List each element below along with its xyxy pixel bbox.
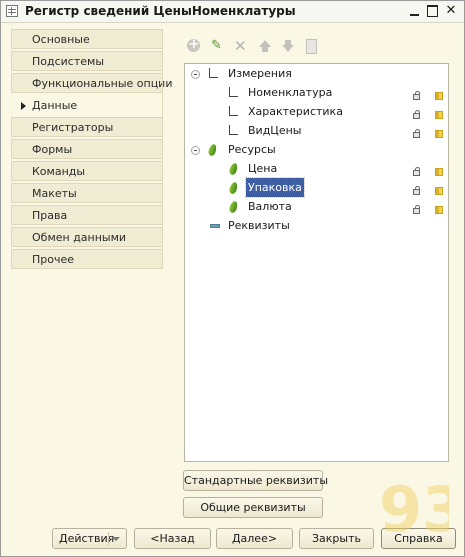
dimension-icon bbox=[226, 106, 238, 118]
collapse-resources-icon[interactable] bbox=[191, 146, 200, 155]
tree-item-price[interactable]: Цена bbox=[248, 159, 277, 178]
lock-icon bbox=[413, 129, 420, 138]
tree-group-dimensions[interactable]: Измерения bbox=[228, 64, 292, 83]
nav-item-data[interactable]: Данные bbox=[11, 95, 163, 115]
minimize-button[interactable] bbox=[406, 3, 424, 19]
next-button[interactable]: Далее> bbox=[216, 528, 293, 549]
tree-item-characteristic[interactable]: Характеристика bbox=[248, 102, 343, 121]
nav-item-label: Функциональные опции bbox=[32, 77, 173, 90]
nav-item-label: Обмен данными bbox=[32, 231, 127, 244]
tree-item-price-type[interactable]: ВидЦены bbox=[248, 121, 302, 140]
standard-attributes-button[interactable]: Стандартные реквизиты bbox=[183, 470, 328, 491]
nav-divider bbox=[162, 29, 163, 269]
watermark-text: 93 bbox=[379, 473, 449, 546]
nav-item-label: Регистраторы bbox=[32, 121, 114, 134]
lock-icon bbox=[413, 91, 420, 100]
nav-item-label: Прочее bbox=[32, 253, 75, 266]
sort-icon[interactable] bbox=[303, 38, 319, 54]
cube-icon bbox=[435, 187, 443, 195]
cube-icon bbox=[435, 111, 443, 119]
close-button[interactable]: Закрыть bbox=[299, 528, 374, 549]
tree-group-resources[interactable]: Ресурсы bbox=[228, 140, 276, 159]
tree-item-packaging[interactable]: Упаковка bbox=[245, 177, 305, 198]
nav-item-rights[interactable]: Права bbox=[11, 205, 162, 225]
cube-icon bbox=[435, 206, 443, 214]
requisite-icon bbox=[210, 224, 220, 228]
active-arrow-icon bbox=[21, 102, 26, 110]
watermark-logo: 93 bbox=[379, 473, 449, 546]
resource-icon bbox=[228, 181, 239, 195]
actions-label: Действия bbox=[59, 532, 115, 545]
metadata-tree[interactable]: Измерения Номенклатура Характеристика Ви… bbox=[184, 63, 449, 462]
nav-item-label: Макеты bbox=[32, 187, 77, 200]
register-icon bbox=[6, 5, 18, 17]
nav-item-other[interactable]: Прочее bbox=[11, 249, 162, 269]
cube-icon bbox=[435, 130, 443, 138]
nav-item-data-exchange[interactable]: Обмен данными bbox=[11, 227, 162, 247]
dimension-icon bbox=[206, 68, 218, 80]
resource-icon bbox=[228, 162, 239, 176]
move-up-icon[interactable] bbox=[257, 38, 273, 54]
nav-item-label: Подсистемы bbox=[32, 55, 105, 68]
window-title: Регистр сведений ЦеныНоменклатуры bbox=[25, 4, 296, 18]
lock-icon bbox=[413, 167, 420, 176]
nav-item-label: Формы bbox=[32, 143, 73, 156]
delete-icon[interactable]: ✕ bbox=[234, 38, 250, 54]
tree-group-requisites[interactable]: Реквизиты bbox=[228, 216, 290, 235]
resource-icon bbox=[207, 143, 218, 157]
nav-item-forms[interactable]: Формы bbox=[11, 139, 162, 159]
lock-icon bbox=[413, 205, 420, 214]
lock-icon bbox=[413, 186, 420, 195]
lock-icon bbox=[413, 110, 420, 119]
chevron-down-icon bbox=[112, 537, 120, 541]
nav-item-label: Данные bbox=[32, 99, 78, 112]
nav-item-label: Права bbox=[32, 209, 68, 222]
nav-item-label: Основные bbox=[32, 33, 90, 46]
nav-item-functional-options[interactable]: Функциональные опции bbox=[11, 73, 172, 93]
collapse-dimensions-icon[interactable] bbox=[191, 70, 200, 79]
move-down-icon[interactable] bbox=[280, 38, 296, 54]
tree-item-nomenclature[interactable]: Номенклатура bbox=[248, 83, 332, 102]
nav-item-templates[interactable]: Макеты bbox=[11, 183, 162, 203]
section-nav: Основные Подсистемы Функциональные опции… bbox=[11, 29, 172, 271]
common-attributes-button[interactable]: Общие реквизиты bbox=[183, 497, 323, 518]
dropdown-separator bbox=[108, 532, 109, 545]
nav-item-main[interactable]: Основные bbox=[11, 29, 162, 49]
cube-icon bbox=[435, 168, 443, 176]
dimension-icon bbox=[226, 87, 238, 99]
close-window-button[interactable]: ✕ bbox=[442, 3, 460, 19]
nav-item-commands[interactable]: Команды bbox=[11, 161, 162, 181]
back-button[interactable]: <Назад bbox=[134, 528, 211, 549]
designer-window: Регистр сведений ЦеныНоменклатуры ✕ Осно… bbox=[0, 0, 465, 557]
title-bar: Регистр сведений ЦеныНоменклатуры ✕ bbox=[1, 1, 464, 23]
nav-item-registrars[interactable]: Регистраторы bbox=[11, 117, 162, 137]
nav-item-label: Команды bbox=[32, 165, 86, 178]
actions-dropdown[interactable]: Действия bbox=[52, 528, 127, 549]
add-icon[interactable] bbox=[186, 37, 202, 54]
tree-item-currency[interactable]: Валюта bbox=[248, 197, 292, 216]
resource-icon bbox=[228, 200, 239, 214]
nav-item-subsystems[interactable]: Подсистемы bbox=[11, 51, 162, 71]
dimension-icon bbox=[226, 125, 238, 137]
maximize-button[interactable] bbox=[424, 3, 442, 19]
cube-icon bbox=[435, 92, 443, 100]
edit-icon[interactable]: ✎ bbox=[211, 38, 227, 54]
